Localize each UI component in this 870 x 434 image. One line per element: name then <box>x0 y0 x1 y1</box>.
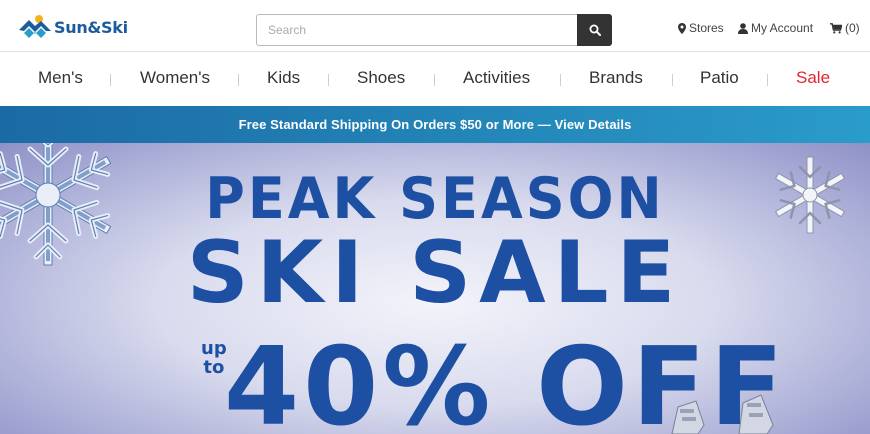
account-label: My Account <box>751 21 814 35</box>
brand-name: Sun&Ski <box>54 17 128 37</box>
stores-label: Stores <box>689 21 724 35</box>
search-bar <box>256 14 612 46</box>
nav-item-patio[interactable]: Patio <box>700 68 739 88</box>
user-icon <box>738 22 748 34</box>
hero-headline-line2: SKI SALE <box>186 223 684 323</box>
sun-ski-logo-icon <box>18 14 52 40</box>
hero-upto-up: up <box>201 338 227 359</box>
nav-divider <box>672 74 673 86</box>
nav-divider <box>110 74 111 86</box>
account-link[interactable]: My Account <box>738 21 813 35</box>
logo[interactable]: Sun&Ski <box>18 14 128 40</box>
nav-item-mens[interactable]: Men's <box>38 68 83 88</box>
cart-count: (0) <box>845 21 860 35</box>
promo-text: Free Standard Shipping On Orders $50 or … <box>238 117 632 132</box>
hero-upto-to: to <box>203 357 225 378</box>
nav-item-kids[interactable]: Kids <box>267 68 300 88</box>
nav-divider <box>767 74 768 86</box>
nav-divider <box>434 74 435 86</box>
nav-item-shoes[interactable]: Shoes <box>357 68 405 88</box>
site-header: Sun&Ski Stores My Account (0) <box>0 0 870 52</box>
nav-item-brands[interactable]: Brands <box>589 68 643 88</box>
nav-item-activities[interactable]: Activities <box>463 68 530 88</box>
nav-item-womens[interactable]: Women's <box>140 68 210 88</box>
nav-divider <box>328 74 329 86</box>
main-nav: Men's Women's Kids Shoes Activities Bran… <box>0 52 870 106</box>
hero-upto: up to <box>201 339 227 377</box>
shopping-cart-icon <box>830 22 842 33</box>
search-input[interactable] <box>256 14 577 46</box>
nav-divider <box>238 74 239 86</box>
cart-link[interactable]: (0) <box>830 21 860 35</box>
search-icon <box>589 24 601 36</box>
map-marker-icon <box>678 22 686 34</box>
free-shipping-banner[interactable]: Free Standard Shipping On Orders $50 or … <box>0 106 870 143</box>
nav-divider <box>560 74 561 86</box>
stores-link[interactable]: Stores <box>678 21 724 35</box>
hero-headline-line1: PEAK SEASON <box>205 165 665 232</box>
hero-discount: 40% OFF <box>224 325 788 434</box>
nav-item-sale[interactable]: Sale <box>796 68 830 88</box>
hero-banner[interactable]: PEAK SEASON SKI SALE up to 40% OFF <box>0 143 870 434</box>
search-button[interactable] <box>577 14 612 46</box>
